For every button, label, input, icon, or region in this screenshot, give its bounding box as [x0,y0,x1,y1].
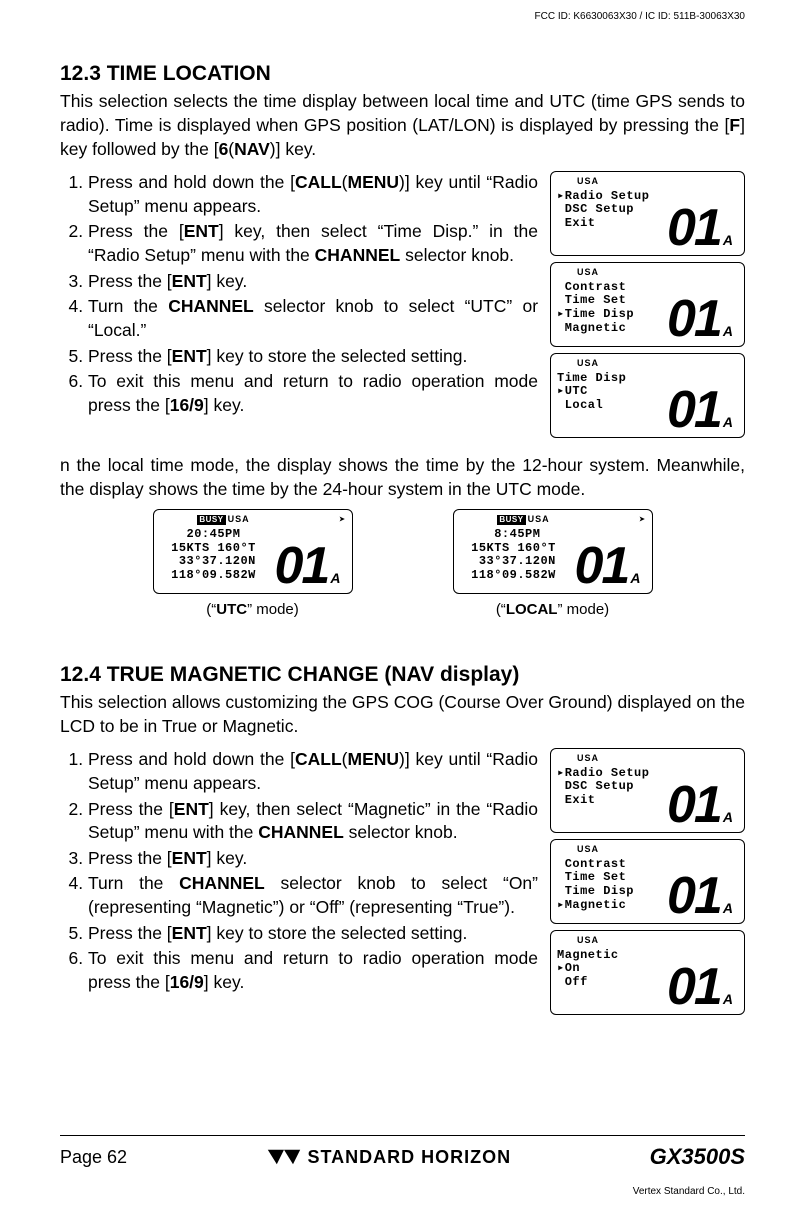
section-124-title: 12.4 TRUE MAGNETIC CHANGE (NAV display) [60,661,745,689]
section-124-steps: Press and hold down the [CALL(MENU)] key… [60,748,538,996]
channel-number: 01A [667,876,731,918]
brand-logo: STANDARD HORIZON [266,1145,512,1169]
page-number: Page 62 [60,1145,127,1169]
section-123-intro: This selection selects the time display … [60,90,745,161]
satellite-icon: ➤ [639,514,646,529]
channel-number: 01A [667,785,731,827]
section-124-lcd-stack: USA▸Radio Setup DSC Setup Exit01AUSA Con… [550,748,745,1021]
section-123-note: n the local time mode, the display shows… [60,454,745,501]
step-item: Press the [ENT] key to store the selecte… [88,345,538,369]
page-footer: Page 62 STANDARD HORIZON GX3500S [60,1135,745,1172]
step-item: Press the [ENT] key, then select “Time D… [88,220,538,267]
satellite-icon: ➤ [339,514,346,529]
lcd-screen: USA Contrast Time Set▸Time Disp Magnetic… [550,262,745,347]
company-name: Vertex Standard Co., Ltd. [633,1185,745,1199]
channel-number: 01A [575,546,639,588]
lcd-screen: USA▸Radio Setup DSC Setup Exit01A [550,748,745,833]
lcd-example: BUSYUSA 8:45PM15KTS 160°T 33°37.120N118°… [453,509,653,620]
lcd-screen: USAMagnetic▸On Off01A [550,930,745,1015]
section-123-examples: BUSYUSA20:45PM15KTS 160°T 33°37.120N118°… [60,509,745,620]
channel-number: 01A [275,546,339,588]
channel-number: 01A [667,390,731,432]
step-item: Press the [ENT] key, then select “Magnet… [88,798,538,845]
step-item: Turn the CHANNEL selector knob to select… [88,295,538,342]
step-item: Press the [ENT] key to store the selecte… [88,922,538,946]
step-item: Turn the CHANNEL selector knob to select… [88,872,538,919]
step-item: Press and hold down the [CALL(MENU)] key… [88,748,538,795]
model-number: GX3500S [650,1142,745,1172]
section-123-lcd-stack: USA▸Radio Setup DSC Setup Exit01AUSA Con… [550,171,745,444]
channel-number: 01A [667,299,731,341]
lcd-caption: (“LOCAL” mode) [453,600,653,620]
lcd-screen: USATime Disp▸UTC Local01A [550,353,745,438]
step-item: To exit this menu and return to radio op… [88,370,538,417]
lcd-screen: BUSYUSA 8:45PM15KTS 160°T 33°37.120N118°… [453,509,653,594]
lcd-caption: (“UTC” mode) [153,600,353,620]
fcc-id: FCC ID: K6630063X30 / IC ID: 511B-30063X… [535,10,746,24]
step-item: Press and hold down the [CALL(MENU)] key… [88,171,538,218]
section-123-title: 12.3 TIME LOCATION [60,60,745,88]
lcd-screen: USA▸Radio Setup DSC Setup Exit01A [550,171,745,256]
lcd-screen: USA Contrast Time Set Time Disp▸Magnetic… [550,839,745,924]
brand-text: STANDARD HORIZON [308,1145,512,1169]
step-item: Press the [ENT] key. [88,847,538,871]
section-123-steps: Press and hold down the [CALL(MENU)] key… [60,171,538,419]
channel-number: 01A [667,208,731,250]
lcd-example: BUSYUSA20:45PM15KTS 160°T 33°37.120N118°… [153,509,353,620]
section-124-intro: This selection allows customizing the GP… [60,691,745,738]
brand-icon [266,1148,302,1166]
channel-number: 01A [667,967,731,1009]
step-item: Press the [ENT] key. [88,270,538,294]
lcd-screen: BUSYUSA20:45PM15KTS 160°T 33°37.120N118°… [153,509,353,594]
step-item: To exit this menu and return to radio op… [88,947,538,994]
